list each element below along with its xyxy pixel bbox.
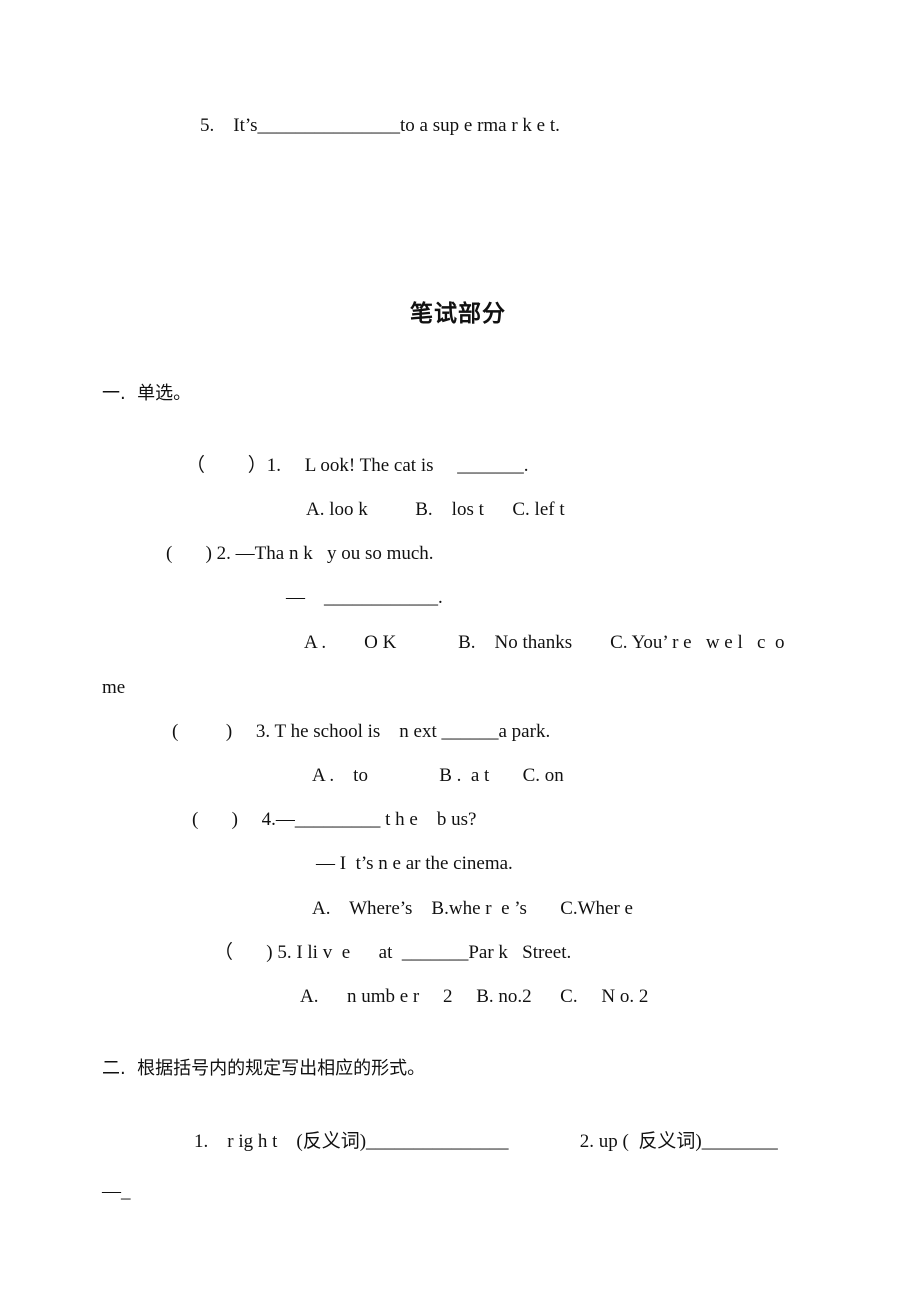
- question-3-options: A . to B . a t C. on: [312, 765, 564, 786]
- question-2-options-wrap: me: [102, 677, 126, 698]
- question-3-stem: ( ) 3. T he school is n ext ______a park…: [172, 721, 551, 742]
- question-4-stem: ( ) 4.—_________ t h e b us?: [192, 809, 477, 830]
- part2-items-wrap: —_: [102, 1181, 131, 1202]
- question-2-options: A . O K B. No thanks C. You’ r e w e l c…: [304, 632, 785, 653]
- part1-heading: 一. 单选。: [102, 383, 192, 404]
- question-5-options: A. n umb e r 2 B. no.2 C. N o. 2: [300, 986, 649, 1007]
- question-5-stem: （ ) 5. I li v e at _______Par k Street.: [214, 942, 572, 963]
- question-2-answer-blank: — ____________.: [286, 587, 443, 608]
- question-2-stem: ( ) 2. —Tha n k y ou so much.: [166, 543, 434, 564]
- part2-heading: 二. 根据括号内的规定写出相应的形式。: [102, 1058, 426, 1079]
- question-4-response: — I t’s n e ar the cinema.: [316, 853, 513, 874]
- question-1-stem: （ ）1. L ook! The cat is _______.: [186, 455, 529, 476]
- listening-item-5: 5. It’s_______________to a sup e rma r k…: [200, 115, 560, 136]
- part2-items: 1. r ig h t (反义词)_______________ 2. up (…: [194, 1131, 778, 1152]
- question-1-options: A. loo k B. los t C. lef t: [306, 499, 565, 520]
- question-4-options: A. Where’s B.whe r e ’s C.Wher e: [312, 898, 633, 919]
- section-title: 笔试部分: [410, 301, 506, 327]
